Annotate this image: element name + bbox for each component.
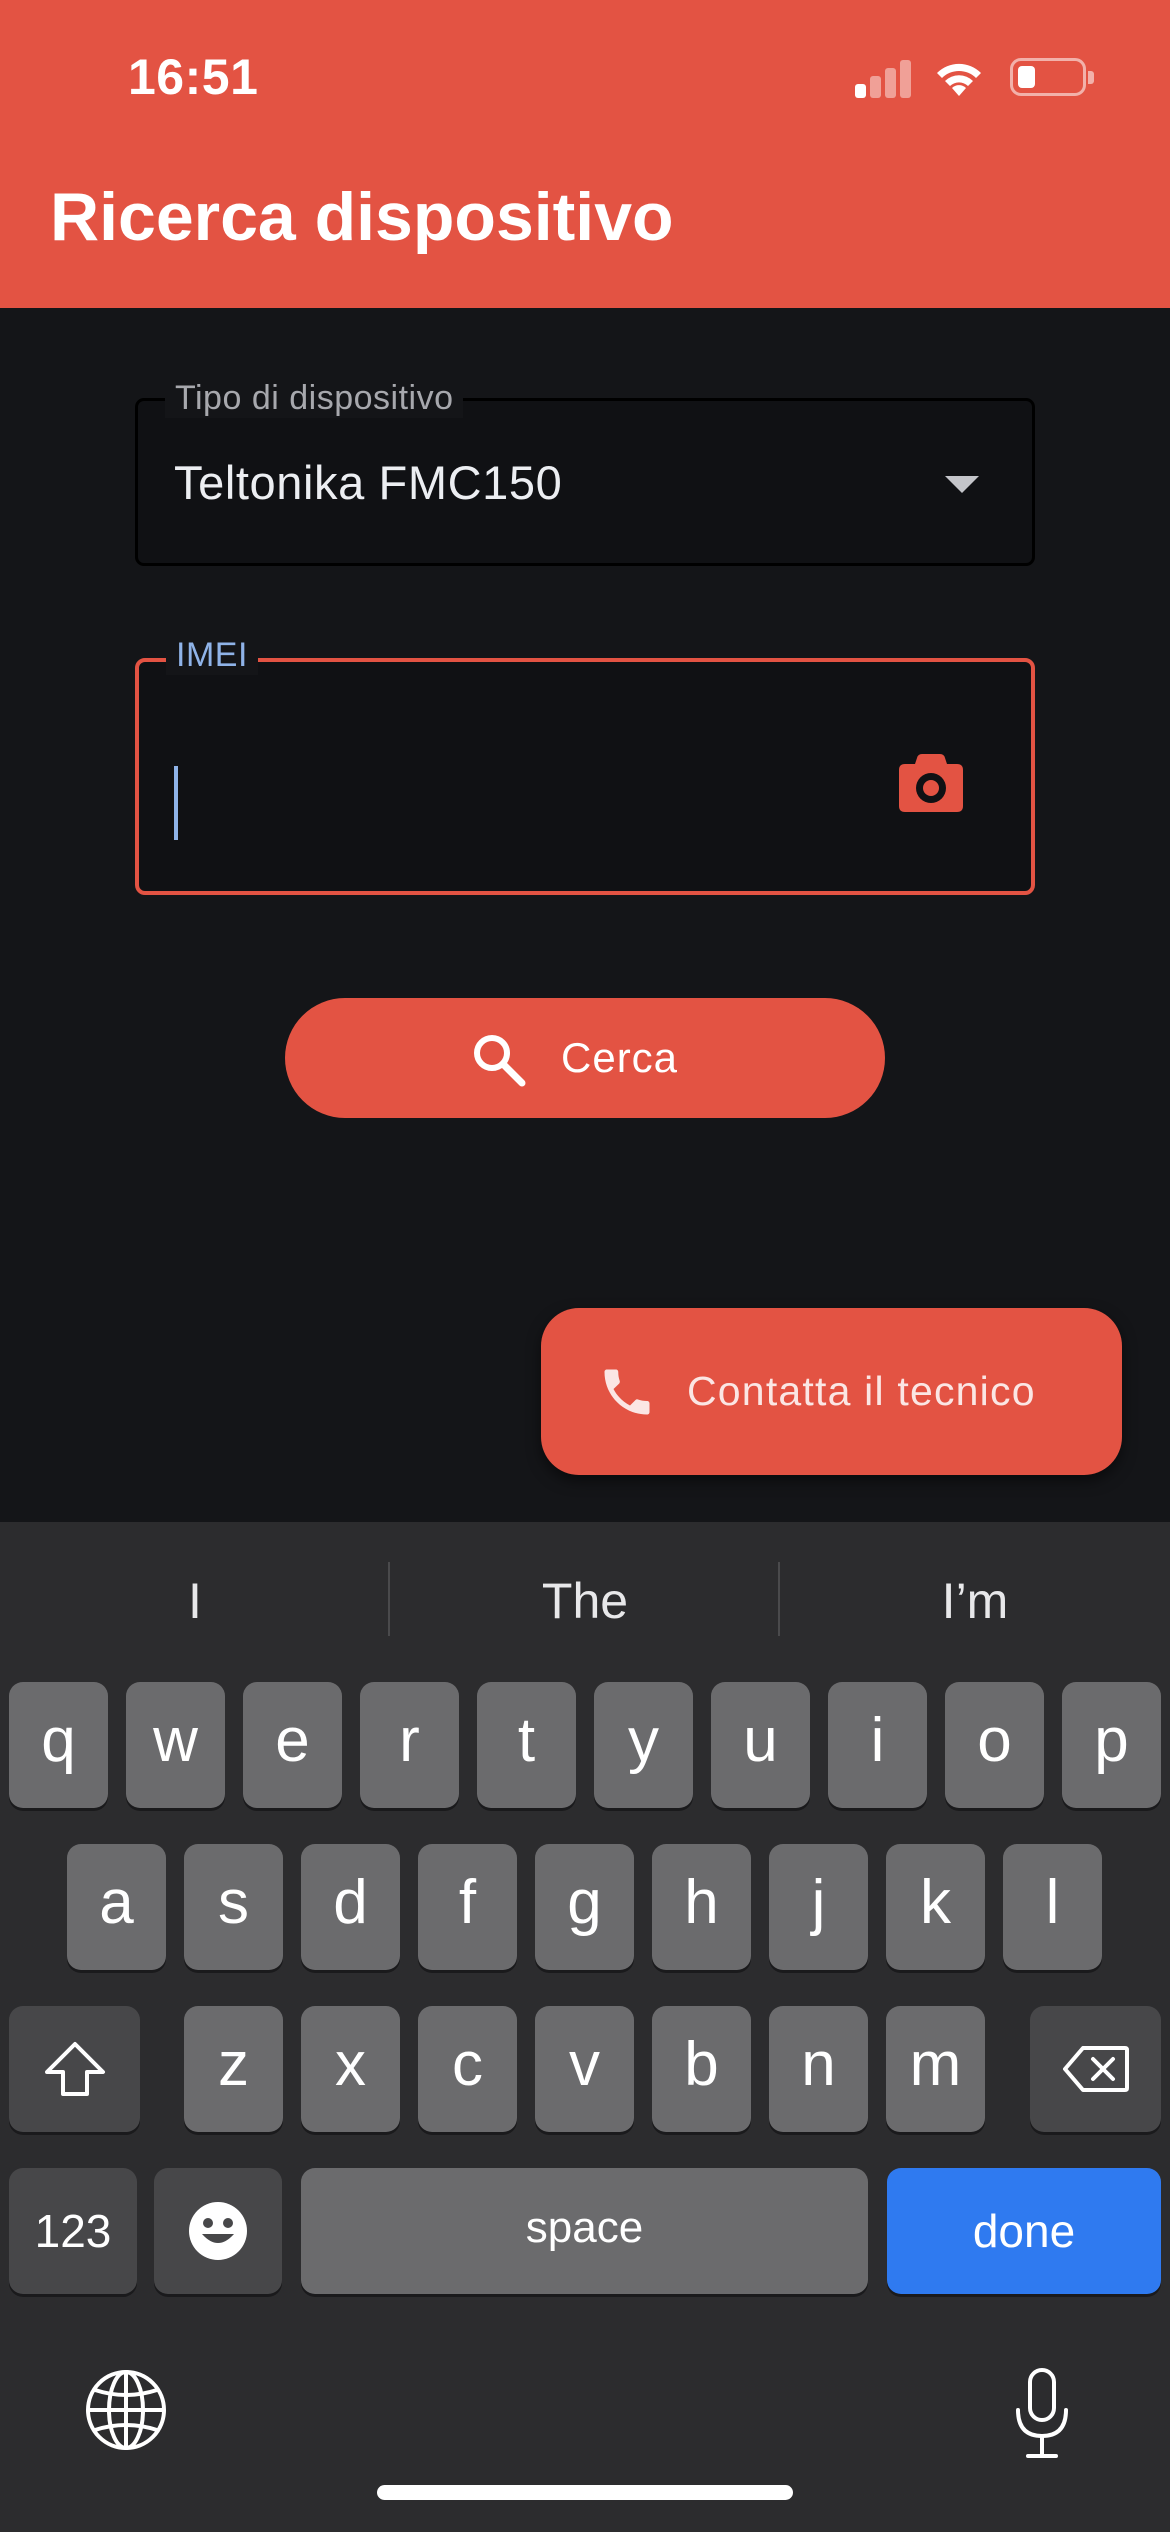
key-z[interactable]: z [184, 2006, 283, 2132]
key-o[interactable]: o [945, 1682, 1044, 1808]
text-caret [174, 766, 178, 840]
backspace-icon [1062, 2046, 1129, 2092]
key-k[interactable]: k [886, 1844, 985, 1970]
microphone-icon[interactable] [1010, 2366, 1074, 2460]
contact-technician-label: Contatta il tecnico [687, 1368, 1036, 1414]
key-p[interactable]: p [1062, 1682, 1161, 1808]
page-title: Ricerca dispositivo [50, 179, 674, 255]
key-t[interactable]: t [477, 1682, 576, 1808]
done-key[interactable]: done [887, 2168, 1161, 2294]
shift-key[interactable] [9, 2006, 140, 2132]
suggestion-item[interactable]: The [390, 1572, 780, 1630]
app-bar: 16:51 Ricerca dispositivo [0, 0, 1170, 308]
key-f[interactable]: f [418, 1844, 517, 1970]
wifi-icon [937, 63, 981, 96]
key-i[interactable]: i [828, 1682, 927, 1808]
dropdown-arrow-icon [945, 476, 979, 493]
numbers-key[interactable]: 123 [9, 2168, 137, 2294]
suggestion-bar: I The I’m [0, 1522, 1170, 1678]
key-s[interactable]: s [184, 1844, 283, 1970]
battery-icon [1010, 58, 1094, 96]
key-j[interactable]: j [769, 1844, 868, 1970]
key-m[interactable]: m [886, 2006, 985, 2132]
key-x[interactable]: x [301, 2006, 400, 2132]
search-icon [474, 1035, 526, 1087]
key-l[interactable]: l [1003, 1844, 1102, 1970]
key-g[interactable]: g [535, 1844, 634, 1970]
globe-icon[interactable] [84, 2368, 168, 2452]
key-v[interactable]: v [535, 2006, 634, 2132]
key-d[interactable]: d [301, 1844, 400, 1970]
home-indicator[interactable] [377, 2485, 793, 2500]
suggestion-item[interactable]: I’m [780, 1572, 1170, 1630]
key-r[interactable]: r [360, 1682, 459, 1808]
space-key[interactable]: space [301, 2168, 868, 2294]
status-icons [0, 58, 1170, 98]
cellular-signal-icon [855, 58, 913, 98]
search-button[interactable]: Cerca [285, 998, 885, 1118]
key-c[interactable]: c [418, 2006, 517, 2132]
suggestion-item[interactable]: I [0, 1572, 390, 1630]
device-type-value: Teltonika FMC150 [174, 456, 563, 509]
key-a[interactable]: a [67, 1844, 166, 1970]
shift-icon [44, 2042, 105, 2096]
key-n[interactable]: n [769, 2006, 868, 2132]
device-type-label: Tipo di dispositivo [165, 379, 464, 418]
imei-label: IMEI [166, 636, 258, 675]
emoji-icon [189, 2202, 247, 2260]
imei-field[interactable]: IMEI [135, 636, 1035, 895]
search-button-label: Cerca [561, 1034, 679, 1081]
device-type-dropdown[interactable]: Tipo di dispositivo Teltonika FMC150 [135, 379, 1035, 566]
key-e[interactable]: e [243, 1682, 342, 1808]
key-h[interactable]: h [652, 1844, 751, 1970]
keyboard: I The I’m q w e r t y u i o p a s d f g … [0, 1522, 1170, 2532]
emoji-key[interactable] [154, 2168, 282, 2294]
contact-technician-button[interactable]: Contatta il tecnico [541, 1308, 1122, 1475]
key-b[interactable]: b [652, 2006, 751, 2132]
key-y[interactable]: y [594, 1682, 693, 1808]
key-w[interactable]: w [126, 1682, 225, 1808]
backspace-key[interactable] [1030, 2006, 1161, 2132]
camera-icon[interactable] [899, 754, 963, 812]
key-q[interactable]: q [9, 1682, 108, 1808]
key-u[interactable]: u [711, 1682, 810, 1808]
phone-icon [604, 1369, 650, 1415]
